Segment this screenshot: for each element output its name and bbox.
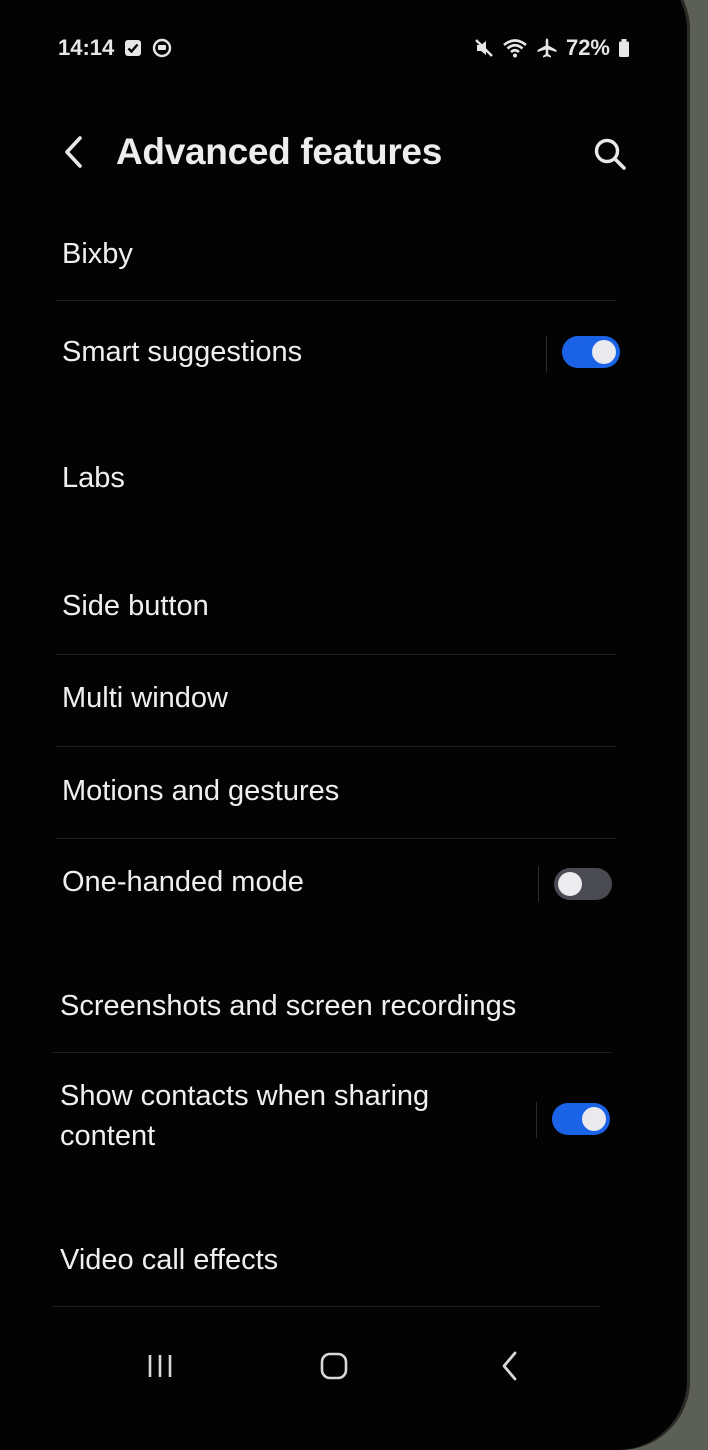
clock-notification-icon xyxy=(152,38,172,58)
vertical-separator xyxy=(546,336,547,372)
list-item-label: Side button xyxy=(62,590,209,622)
toggle-knob xyxy=(592,340,616,364)
system-back-button[interactable] xyxy=(480,1340,540,1392)
smart-suggestions-toggle[interactable] xyxy=(562,336,620,368)
page-title: Advanced features xyxy=(116,131,442,172)
list-item-bixby[interactable]: Bixby xyxy=(0,228,640,298)
list-item-label: Motions and gestures xyxy=(62,775,340,807)
one-handed-mode-toggle[interactable] xyxy=(554,868,612,900)
recents-button[interactable] xyxy=(130,1340,190,1392)
divider xyxy=(52,1052,612,1053)
toggle-knob xyxy=(558,872,582,896)
list-item-label-line-2: content xyxy=(60,1120,156,1152)
list-item-motions-and-gestures[interactable]: Motions and gestures xyxy=(0,762,640,832)
back-icon xyxy=(502,1351,517,1381)
list-item-screenshots[interactable]: Screenshots and screen recordings xyxy=(0,978,640,1048)
list-item-label: Screenshots and screen recordings xyxy=(60,990,517,1022)
list-item-smart-suggestions[interactable]: Smart suggestions xyxy=(0,322,640,392)
airplane-icon xyxy=(536,37,558,59)
list-item-multi-window[interactable]: Multi window xyxy=(0,670,640,740)
mute-icon xyxy=(474,38,494,58)
status-time: 14:14 xyxy=(58,35,115,60)
list-item-show-contacts[interactable]: Show contacts when sharing content xyxy=(0,1072,640,1172)
list-item-label: Labs xyxy=(62,462,125,494)
chevron-left-icon xyxy=(65,136,82,168)
vertical-separator xyxy=(536,1102,537,1138)
back-button[interactable] xyxy=(52,130,96,174)
divider xyxy=(56,300,616,301)
list-item-labs[interactable]: Labs xyxy=(0,450,640,520)
navigation-bar xyxy=(0,1340,708,1396)
battery-percentage: 72% xyxy=(565,35,610,60)
list-item-one-handed-mode[interactable]: One-handed mode xyxy=(0,852,640,922)
toggle-knob xyxy=(582,1107,606,1131)
checkbox-notification-icon xyxy=(124,39,142,57)
app-header: Advanced features xyxy=(0,118,708,190)
show-contacts-toggle[interactable] xyxy=(552,1103,610,1135)
list-item-label: Video call effects xyxy=(60,1244,279,1276)
list-item-label: Bixby xyxy=(62,238,133,270)
home-button[interactable] xyxy=(304,1340,364,1392)
list-item-label: One-handed mode xyxy=(62,866,304,898)
home-icon xyxy=(320,1352,348,1380)
recents-icon xyxy=(148,1355,172,1377)
search-icon xyxy=(594,138,626,170)
list-item-label-line-1: Show contacts when sharing xyxy=(60,1080,430,1112)
vertical-separator xyxy=(538,866,539,902)
divider xyxy=(52,1306,600,1307)
search-button[interactable] xyxy=(588,132,632,176)
list-item-side-button[interactable]: Side button xyxy=(0,578,640,648)
divider xyxy=(56,838,616,839)
settings-screen: 14:14 72% Advanced features Bixby Smart … xyxy=(0,0,708,1425)
list-item-label: Smart suggestions xyxy=(62,336,303,368)
status-bar: 14:14 72% xyxy=(58,30,630,66)
wifi-icon xyxy=(502,37,528,59)
divider xyxy=(56,654,616,655)
battery-icon xyxy=(618,38,630,58)
list-item-video-call-effects[interactable]: Video call effects xyxy=(0,1230,640,1300)
list-item-label: Multi window xyxy=(62,682,228,714)
divider xyxy=(56,746,616,747)
